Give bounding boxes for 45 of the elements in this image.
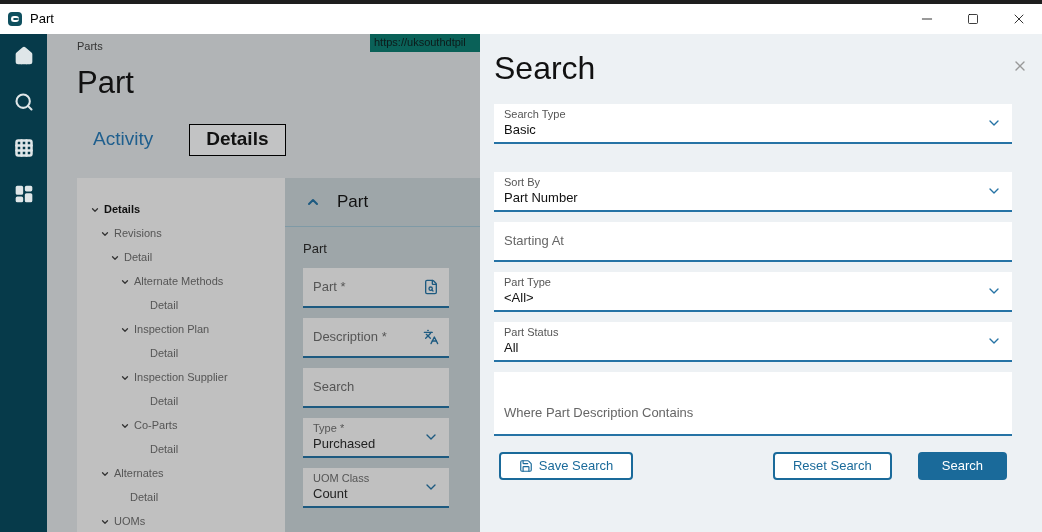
tree-item[interactable]: Alternates: [114, 465, 164, 482]
tree-item[interactable]: Details: [104, 201, 141, 218]
select-field[interactable]: UOM Class Count: [303, 468, 449, 508]
window-title: Part: [30, 10, 54, 29]
tree-item[interactable]: Detail: [150, 393, 179, 410]
select-field[interactable]: Part Status All: [494, 322, 1012, 362]
save-search-button[interactable]: Save Search: [499, 452, 633, 480]
tree-item[interactable]: Co-Parts: [134, 417, 178, 434]
search-button[interactable]: Search: [917, 452, 1007, 480]
save-icon: [518, 459, 533, 473]
group-label: Part: [303, 239, 328, 258]
select-field[interactable]: Search Type Basic: [494, 104, 1012, 144]
tree-item[interactable]: Detail: [124, 249, 153, 266]
select-field[interactable]: Type * Purchased: [303, 418, 449, 458]
maximize-icon[interactable]: [967, 13, 979, 25]
input-field[interactable]: Part *: [303, 268, 449, 308]
section-title: Part: [337, 190, 369, 213]
file-search-icon[interactable]: [423, 279, 439, 295]
tree-item[interactable]: Detail: [150, 297, 179, 314]
tab[interactable]: Activity: [93, 123, 154, 156]
tree-item[interactable]: Inspection Supplier: [134, 369, 228, 386]
input-field[interactable]: Search: [303, 368, 449, 408]
tree-item[interactable]: Detail: [130, 489, 159, 506]
tree-item[interactable]: Inspection Plan: [134, 321, 210, 338]
select-field[interactable]: Part Type <All>: [494, 272, 1012, 312]
app-logo-icon: [8, 12, 22, 26]
text-area[interactable]: Where Part Description Contains: [494, 372, 1012, 436]
grid-icon[interactable]: [13, 138, 34, 158]
search-icon[interactable]: [13, 92, 34, 112]
translate-icon[interactable]: [423, 329, 439, 345]
panel-title: Search: [494, 52, 596, 84]
input-field[interactable]: Starting At: [494, 222, 1012, 262]
page-title: Part: [77, 66, 135, 98]
tree-item[interactable]: Detail: [150, 345, 179, 362]
tree-item[interactable]: UOMs: [114, 513, 146, 530]
reset-search-button[interactable]: Reset Search: [772, 452, 892, 480]
url-tooltip: https://uksouthdtpil: [370, 34, 480, 52]
tree-item[interactable]: Revisions: [114, 225, 162, 242]
home-icon[interactable]: [13, 46, 34, 66]
select-field[interactable]: Sort By Part Number: [494, 172, 1012, 212]
input-field[interactable]: Description *: [303, 318, 449, 358]
dashboard-icon[interactable]: [13, 184, 34, 204]
tab[interactable]: Details: [189, 123, 286, 156]
tree-item[interactable]: Detail: [150, 441, 179, 458]
tree-item[interactable]: Alternate Methods: [134, 273, 224, 290]
